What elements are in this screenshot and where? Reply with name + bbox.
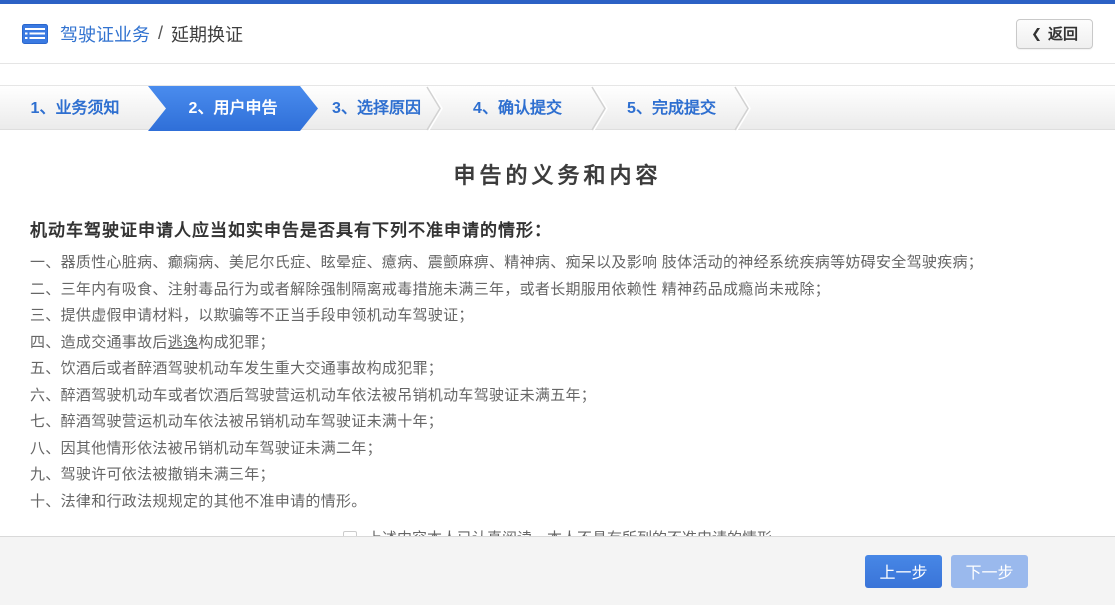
declaration-item-5: 五、饮酒后或者醉酒驾驶机动车发生重大交通事故构成犯罪；: [30, 360, 444, 377]
declaration-item-2: 二、三年内有吸食、注射毒品行为或者解除强制隔离戒毒措施未满三年，或者长期服用依赖…: [30, 280, 831, 298]
list-form-icon: [22, 23, 48, 44]
footer-bar: 上一步 下一步: [0, 536, 1115, 605]
page-title-primary: 驾驶证业务: [60, 24, 150, 45]
content-title: 申告的义务和内容: [453, 163, 662, 188]
prev-step-button[interactable]: 上一步: [865, 554, 942, 588]
chevron-separator-icon: [734, 86, 751, 131]
declaration-item-6: 六、醉酒驾驶机动车或者饮酒后驾驶营运机动车依法被吊销机动车驾驶证未满五年；: [30, 386, 597, 404]
wizard-step-1[interactable]: 1、业务须知: [0, 86, 150, 131]
declaration-item-3: 三、提供虚假申请材料，以欺骗等不正当手段申领机动车驾驶证；: [30, 307, 474, 324]
wizard-step-2-active[interactable]: 2、用户申告: [148, 86, 318, 131]
breadcrumb-separator: /: [158, 23, 164, 43]
wizard-step-5[interactable]: 5、完成提交: [600, 86, 743, 131]
declaration-item-1: 一、器质性心脏病、癫痫病、美尼尔氏症、眩晕症、癔病、震颤麻痹、精神病、痴呆以及影…: [30, 254, 984, 271]
next-step-button[interactable]: 下一步: [951, 554, 1028, 588]
chevron-separator-icon: [591, 86, 608, 131]
header: 驾驶证业务 / 延期换证 ❮ 返回: [0, 4, 1115, 64]
declaration-item-9: 九、驾驶许可依法被撤销未满三年；: [30, 466, 275, 483]
chevron-left-icon: ❮: [1031, 25, 1042, 41]
main-content: 申告的义务和内容 机动车驾驶证申请人应当如实申告是否具有下列不准申请的情形： 一…: [0, 130, 1115, 548]
step-wizard: 1、业务须知 2、用户申告 3、选择原因 4、确认提交 5、完成提交: [0, 85, 1115, 130]
page-title-secondary: 延期换证: [171, 24, 244, 45]
chevron-separator-icon: [426, 86, 443, 131]
declaration-item-8: 八、因其他情形依法被吊销机动车驾驶证未满二年；: [30, 439, 382, 457]
wizard-step-3[interactable]: 3、选择原因: [318, 86, 435, 131]
back-button-label: 返回: [1047, 26, 1078, 43]
declaration-intro: 机动车驾驶证申请人应当如实申告是否具有下列不准申请的情形：: [30, 221, 552, 240]
breadcrumb: 驾驶证业务 / 延期换证: [22, 21, 243, 47]
back-button[interactable]: ❮ 返回: [1016, 18, 1093, 49]
declaration-item-10: 十、法律和行政法规规定的其他不准申请的情形。: [30, 492, 367, 510]
wizard-step-4[interactable]: 4、确认提交: [435, 86, 600, 131]
page: 驾驶证业务 / 延期换证 ❮ 返回 1、业务须知 2、用户申告 3、选择原因 4…: [0, 0, 1115, 614]
declaration-item-7: 七、醉酒驾驶营运机动车依法被吊销机动车驾驶证未满十年；: [30, 413, 444, 430]
declaration-item-4: 四、造成交通事故后逃逸构成犯罪；: [30, 333, 275, 351]
declaration-list: 一、器质性心脏病、癫痫病、美尼尔氏症、眩晕症、癔病、震颤麻痹、精神病、痴呆以及影…: [30, 250, 1085, 515]
